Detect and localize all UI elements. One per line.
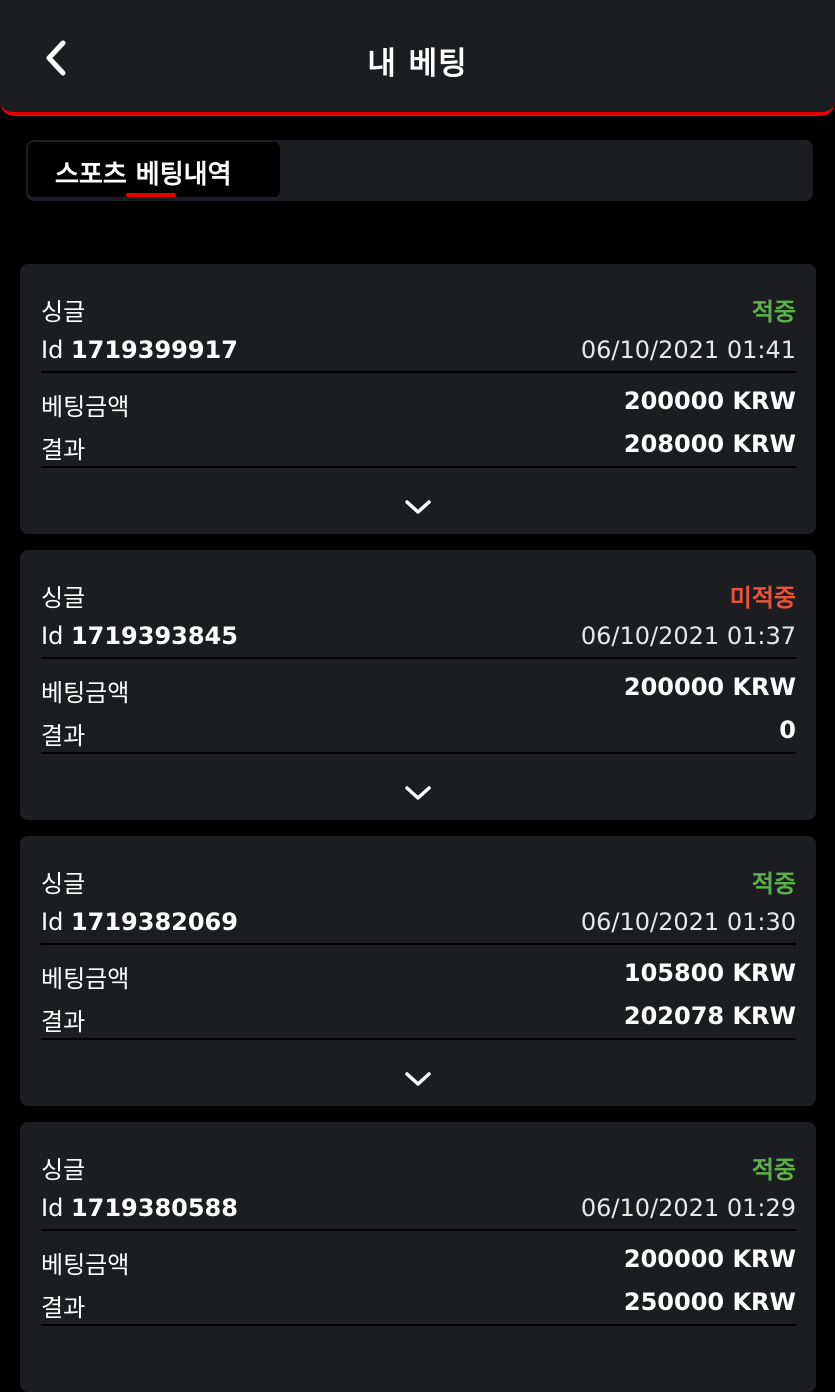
divider xyxy=(41,752,796,754)
result-amount: 202078 KRW xyxy=(623,1002,796,1030)
divider xyxy=(41,371,796,373)
bet-card: 싱글 적중 Id 1719399917 06/10/2021 01:41 베팅금… xyxy=(20,264,816,534)
bet-status: 적중 xyxy=(751,298,796,326)
bet-id-row: Id 1719382069 06/10/2021 01:30 xyxy=(41,902,796,946)
bet-type-row: 싱글 적중 xyxy=(41,858,796,902)
bet-id-number: 1719399917 xyxy=(70,336,238,364)
divider xyxy=(41,657,796,659)
bet-type-row: 싱글 적중 xyxy=(41,286,796,330)
stake-label: 베팅금액 xyxy=(41,1251,130,1279)
stake-label: 베팅금액 xyxy=(41,965,130,993)
result-amount: 208000 KRW xyxy=(623,430,796,458)
chevron-down-icon xyxy=(398,778,438,808)
bet-type-row: 싱글 적중 xyxy=(41,1144,796,1188)
expand-button[interactable] xyxy=(398,1064,438,1094)
result-row: 결과 202078 KRW xyxy=(41,996,796,1040)
result-label: 결과 xyxy=(41,1008,86,1036)
stake-amount: 200000 KRW xyxy=(623,673,796,701)
stake-label: 베팅금액 xyxy=(41,393,130,421)
stake-amount: 105800 KRW xyxy=(623,959,796,987)
chevron-down-icon xyxy=(398,1064,438,1094)
bet-id-number: 1719380588 xyxy=(70,1194,238,1222)
bet-type: 싱글 xyxy=(41,584,86,612)
result-row: 결과 250000 KRW xyxy=(41,1282,796,1326)
stake-row: 베팅금액 105800 KRW xyxy=(41,953,796,997)
tab-sports-bet-history[interactable]: 스포츠 베팅내역 xyxy=(28,142,280,197)
id-prefix: Id xyxy=(41,622,64,650)
tab-bar: 스포츠 베팅내역 xyxy=(26,140,813,201)
result-label: 결과 xyxy=(41,722,86,750)
bet-datetime: 06/10/2021 01:41 xyxy=(580,336,796,364)
bet-type: 싱글 xyxy=(41,298,86,326)
stake-amount: 200000 KRW xyxy=(623,387,796,415)
bet-id-row: Id 1719380588 06/10/2021 01:29 xyxy=(41,1188,796,1232)
page-title: 내 베팅 xyxy=(367,46,468,82)
bet-card: 싱글 적중 Id 1719382069 06/10/2021 01:30 베팅금… xyxy=(20,836,816,1106)
result-label: 결과 xyxy=(41,436,86,464)
bet-datetime: 06/10/2021 01:29 xyxy=(580,1194,796,1222)
bet-id: Id 1719382069 xyxy=(41,908,238,936)
divider xyxy=(41,943,796,945)
result-amount: 0 xyxy=(779,716,796,744)
divider xyxy=(41,1324,796,1326)
bet-type: 싱글 xyxy=(41,870,86,898)
bet-type-row: 싱글 미적중 xyxy=(41,572,796,616)
bet-status: 적중 xyxy=(751,870,796,898)
stake-label: 베팅금액 xyxy=(41,679,130,707)
bet-datetime: 06/10/2021 01:37 xyxy=(580,622,796,650)
id-prefix: Id xyxy=(41,908,64,936)
stake-amount: 200000 KRW xyxy=(623,1245,796,1273)
result-row: 결과 0 xyxy=(41,710,796,754)
stake-row: 베팅금액 200000 KRW xyxy=(41,381,796,425)
bet-status: 미적중 xyxy=(729,584,796,612)
bet-id: Id 1719380588 xyxy=(41,1194,238,1222)
bet-status: 적중 xyxy=(751,1156,796,1184)
bet-id: Id 1719393845 xyxy=(41,622,238,650)
bet-id-number: 1719382069 xyxy=(70,908,238,936)
app-header: 내 베팅 xyxy=(0,0,835,116)
chevron-down-icon xyxy=(398,492,438,522)
bet-id-row: Id 1719393845 06/10/2021 01:37 xyxy=(41,616,796,660)
expand-button[interactable] xyxy=(398,778,438,808)
bet-card: 싱글 적중 Id 1719380588 06/10/2021 01:29 베팅금… xyxy=(20,1122,816,1392)
result-label: 결과 xyxy=(41,1294,86,1322)
divider xyxy=(41,466,796,468)
divider xyxy=(41,1038,796,1040)
bet-type: 싱글 xyxy=(41,1156,86,1184)
bet-id-number: 1719393845 xyxy=(70,622,238,650)
tab-label: 스포츠 베팅내역 xyxy=(55,160,232,190)
bet-datetime: 06/10/2021 01:30 xyxy=(580,908,796,936)
result-amount: 250000 KRW xyxy=(623,1288,796,1316)
divider xyxy=(41,1229,796,1231)
bet-card: 싱글 미적중 Id 1719393845 06/10/2021 01:37 베팅… xyxy=(20,550,816,820)
result-row: 결과 208000 KRW xyxy=(41,424,796,468)
stake-row: 베팅금액 200000 KRW xyxy=(41,667,796,711)
bet-id-row: Id 1719399917 06/10/2021 01:41 xyxy=(41,330,796,374)
id-prefix: Id xyxy=(41,1194,64,1222)
stake-row: 베팅금액 200000 KRW xyxy=(41,1239,796,1283)
bet-id: Id 1719399917 xyxy=(41,336,238,364)
active-tab-indicator xyxy=(126,193,176,197)
id-prefix: Id xyxy=(41,336,64,364)
expand-button[interactable] xyxy=(398,492,438,522)
